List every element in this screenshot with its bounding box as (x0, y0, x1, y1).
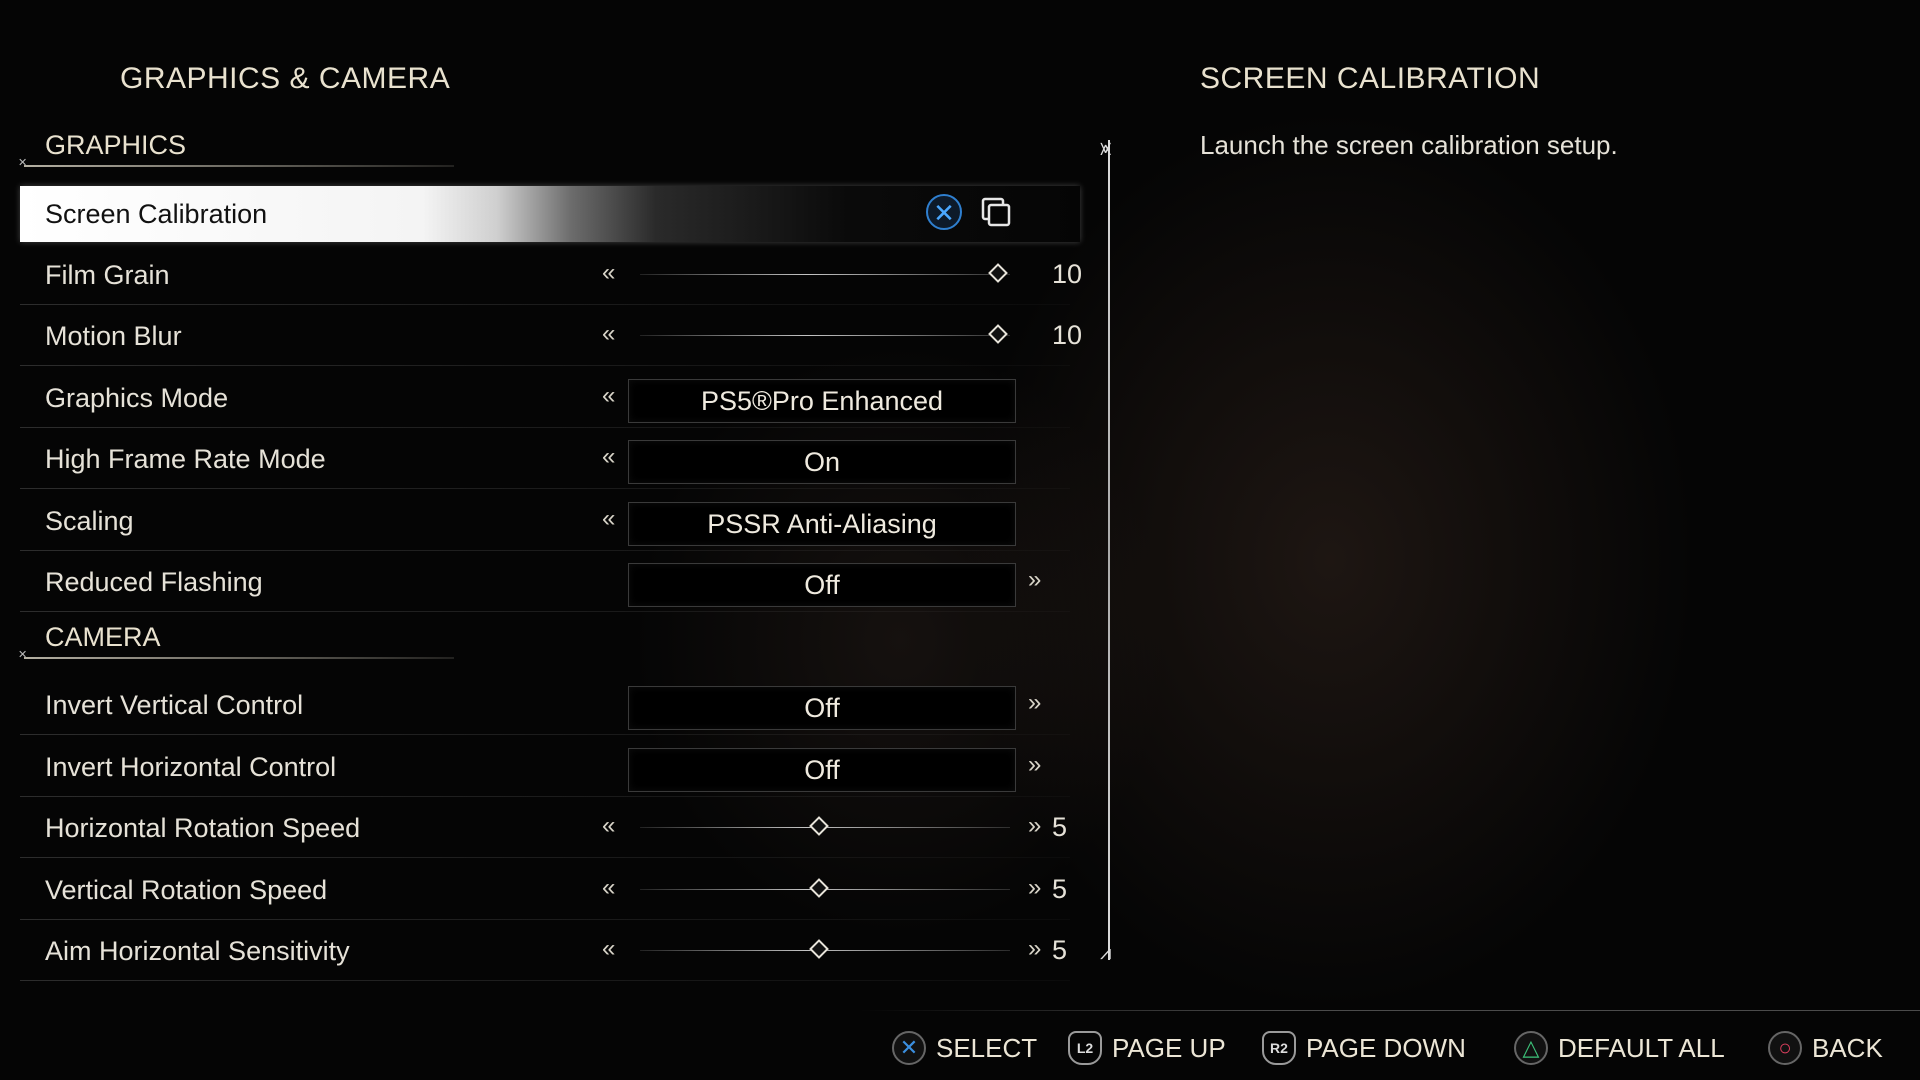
cross-button-icon: ✕ (892, 1031, 926, 1065)
option-value[interactable]: Off (628, 686, 1016, 730)
setting-label: Reduced Flashing (45, 567, 263, 597)
hint-back[interactable]: ○ BACK (1768, 1028, 1883, 1068)
setting-label: Screen Calibration (45, 199, 268, 229)
increase-arrow-icon[interactable]: » (1028, 921, 1041, 977)
increase-arrow-icon[interactable]: » (1028, 798, 1041, 854)
l2-trigger-icon: L2 (1068, 1031, 1102, 1065)
previous-option-arrow-icon[interactable]: « (602, 491, 615, 547)
section-camera-label: CAMERA (45, 622, 161, 652)
slider-track[interactable] (640, 274, 1010, 275)
slider-thumb[interactable] (809, 939, 829, 959)
previous-option-arrow-icon[interactable]: « (602, 368, 615, 424)
slider-value: 10 (1052, 320, 1083, 350)
hint-label: PAGE DOWN (1306, 1032, 1466, 1063)
hint-default-all[interactable]: △ DEFAULT ALL (1514, 1028, 1725, 1068)
hint-select[interactable]: ✕ SELECT (892, 1028, 1037, 1068)
button-hint-bar: ✕ SELECT L2 PAGE UP R2 PAGE DOWN △ DEFAU… (860, 1010, 1920, 1080)
setting-label: Invert Horizontal Control (45, 752, 337, 782)
setting-label: Vertical Rotation Speed (45, 875, 328, 905)
setting-row-motion-blur[interactable]: Motion Blur « 10 (20, 306, 1082, 366)
page-title: GRAPHICS & CAMERA (120, 62, 451, 95)
setting-row-aim-horizontal-sensitivity[interactable]: Aim Horizontal Sensitivity « » 5 (20, 921, 1070, 981)
setting-label: Scaling (45, 506, 134, 536)
setting-row-film-grain[interactable]: Film Grain « 10 (20, 245, 1082, 305)
section-graphics-label: GRAPHICS (45, 130, 187, 160)
setting-row-vertical-rotation-speed[interactable]: Vertical Rotation Speed « » 5 (20, 860, 1070, 920)
section-graphics-divider (18, 156, 454, 169)
slider-track[interactable] (640, 335, 1010, 336)
setting-row-high-frame-rate-mode[interactable]: High Frame Rate Mode « On (20, 429, 1070, 489)
previous-option-arrow-icon[interactable]: « (602, 429, 615, 485)
setting-label: Motion Blur (45, 321, 182, 351)
setting-label: Graphics Mode (45, 383, 229, 413)
section-camera-divider (18, 648, 454, 661)
slider-value: 5 (1052, 874, 1068, 904)
setting-label: Horizontal Rotation Speed (45, 813, 361, 843)
setting-label: High Frame Rate Mode (45, 444, 326, 474)
copy-icon (981, 197, 1011, 227)
cross-button-icon[interactable]: ✕ (926, 194, 962, 230)
next-option-arrow-icon[interactable]: » (1028, 552, 1041, 608)
decrease-arrow-icon[interactable]: « (602, 245, 615, 301)
triangle-button-icon: △ (1514, 1031, 1548, 1065)
slider-value: 5 (1052, 812, 1068, 842)
circle-button-icon: ○ (1768, 1031, 1802, 1065)
slider-thumb[interactable] (809, 816, 829, 836)
slider-thumb[interactable] (988, 263, 1008, 283)
hint-label: PAGE UP (1112, 1032, 1226, 1063)
slider-thumb[interactable] (988, 324, 1008, 344)
decrease-arrow-icon[interactable]: « (602, 860, 615, 916)
increase-arrow-icon[interactable]: » (1028, 860, 1041, 916)
scroll-bottom-cap-icon: ⩘ (1100, 942, 1112, 964)
setting-row-invert-vertical-control[interactable]: Invert Vertical Control Off » (20, 675, 1070, 735)
slider-value: 5 (1052, 935, 1068, 965)
hint-bar-divider (860, 1010, 1920, 1011)
scrollbar[interactable] (1108, 140, 1110, 960)
detail-description: Launch the screen calibration setup. (1200, 130, 1618, 160)
slider-thumb[interactable] (809, 878, 829, 898)
setting-row-graphics-mode[interactable]: Graphics Mode « PS5®Pro Enhanced (20, 368, 1070, 428)
decrease-arrow-icon[interactable]: « (602, 921, 615, 977)
option-value[interactable]: On (628, 440, 1016, 484)
setting-row-horizontal-rotation-speed[interactable]: Horizontal Rotation Speed « » 5 (20, 798, 1070, 858)
r2-trigger-icon: R2 (1262, 1031, 1296, 1065)
hint-page-up[interactable]: L2 PAGE UP (1068, 1028, 1226, 1068)
hint-label: SELECT (936, 1032, 1038, 1063)
setting-row-screen-calibration[interactable]: Screen Calibration ✕ (20, 184, 1080, 244)
option-value[interactable]: PS5®Pro Enhanced (628, 379, 1016, 423)
detail-title: SCREEN CALIBRATION (1200, 62, 1541, 95)
decrease-arrow-icon[interactable]: « (602, 798, 615, 854)
setting-row-invert-horizontal-control[interactable]: Invert Horizontal Control Off » (20, 737, 1070, 797)
option-value[interactable]: Off (628, 748, 1016, 792)
setting-label: Invert Vertical Control (45, 690, 304, 720)
next-option-arrow-icon[interactable]: » (1028, 737, 1041, 793)
slider-value: 10 (1052, 259, 1083, 289)
option-value[interactable]: Off (628, 563, 1016, 607)
hint-label: DEFAULT ALL (1558, 1032, 1725, 1063)
setting-row-scaling[interactable]: Scaling « PSSR Anti-Aliasing (20, 491, 1070, 551)
setting-label: Film Grain (45, 260, 170, 290)
hint-page-down[interactable]: R2 PAGE DOWN (1262, 1028, 1466, 1068)
setting-row-reduced-flashing[interactable]: Reduced Flashing Off » (20, 552, 1070, 612)
option-value[interactable]: PSSR Anti-Aliasing (628, 502, 1016, 546)
decrease-arrow-icon[interactable]: « (602, 306, 615, 362)
scroll-top-cap-icon: ⩙ (1100, 138, 1112, 160)
setting-label: Aim Horizontal Sensitivity (45, 936, 350, 966)
hint-label: BACK (1812, 1032, 1883, 1063)
next-option-arrow-icon[interactable]: » (1028, 675, 1041, 731)
